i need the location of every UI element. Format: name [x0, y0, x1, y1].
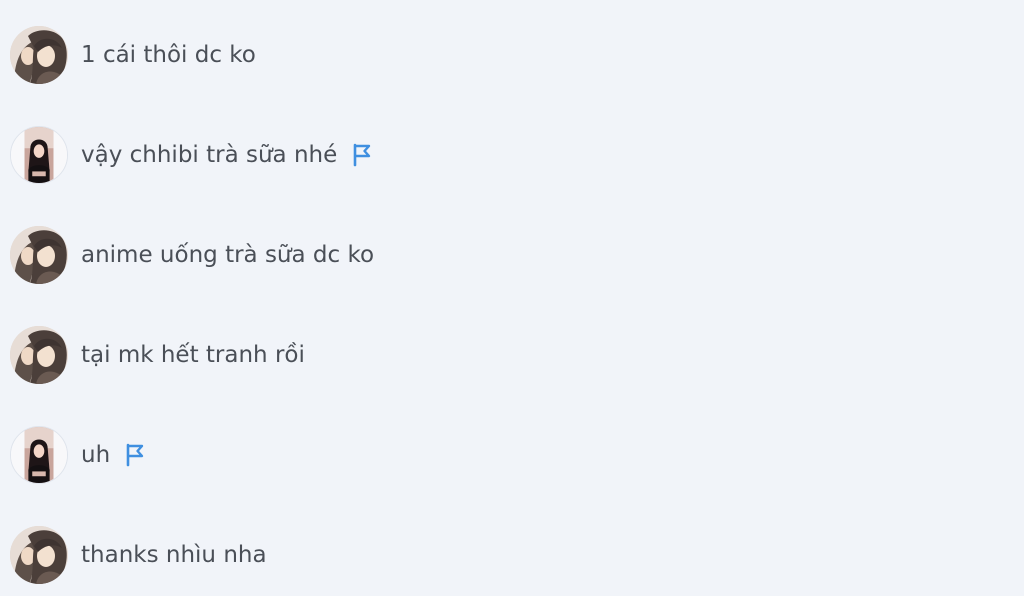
message-label: tại mk hết tranh rồi [81, 342, 305, 368]
girl-portrait-avatar[interactable] [10, 126, 68, 184]
flag-icon[interactable] [351, 143, 373, 167]
message-row[interactable]: uh [0, 425, 1024, 485]
message-text: anime uống trà sữa dc ko [81, 243, 374, 267]
message-row[interactable]: anime uống trà sữa dc ko [0, 225, 1024, 285]
anime-couple-avatar[interactable] [10, 326, 68, 384]
flag-icon[interactable] [124, 443, 146, 467]
message-row[interactable]: tại mk hết tranh rồi [0, 325, 1024, 385]
message-text: tại mk hết tranh rồi [81, 343, 305, 367]
anime-couple-avatar[interactable] [10, 526, 68, 584]
anime-couple-avatar[interactable] [10, 26, 68, 84]
message-row[interactable]: 1 cái thôi dc ko [0, 25, 1024, 85]
message-text: 1 cái thôi dc ko [81, 43, 256, 67]
message-label: uh [81, 442, 111, 468]
message-row[interactable]: vậy chhibi trà sữa nhé [0, 125, 1024, 185]
message-thread: 1 cái thôi dc ko vậy chhibi trà sữa nhé … [0, 0, 1024, 596]
message-label: vậy chhibi trà sữa nhé [81, 142, 338, 168]
girl-portrait-avatar[interactable] [10, 426, 68, 484]
message-label: thanks nhìu nha [81, 542, 267, 568]
message-text: thanks nhìu nha [81, 543, 267, 567]
message-label: anime uống trà sữa dc ko [81, 242, 375, 268]
message-text: uh [81, 443, 146, 467]
anime-couple-avatar[interactable] [10, 226, 68, 284]
message-label: 1 cái thôi dc ko [81, 42, 256, 68]
message-row[interactable]: thanks nhìu nha [0, 525, 1024, 585]
message-text: vậy chhibi trà sữa nhé [81, 143, 373, 167]
